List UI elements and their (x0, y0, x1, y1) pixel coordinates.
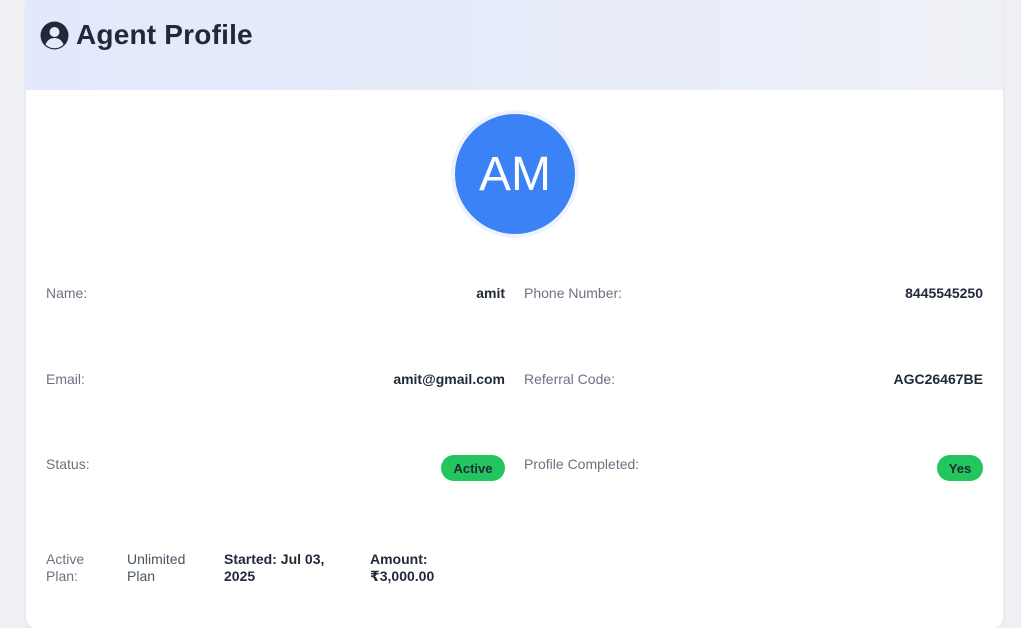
plan-name-line1: Unlimited (127, 551, 186, 567)
status-badge: Active (441, 455, 505, 481)
profile-completed-badge: Yes (937, 455, 983, 481)
title-wrap: Agent Profile (40, 19, 253, 51)
agent-profile-card: Agent Profile AM Name: amit Phone Number… (26, 0, 1003, 628)
page-title: Agent Profile (76, 19, 253, 50)
referral-code-label: Referral Code: (524, 371, 616, 387)
active-plan-label: Active Plan: (46, 551, 84, 585)
plan-started-date: Started: Jul 03, 2025 (224, 551, 324, 585)
email-label: Email: (46, 371, 85, 387)
active-plan-label-line1: Active (46, 551, 85, 567)
plan-name: Unlimited Plan (127, 551, 185, 585)
profile-completed-label: Profile Completed: (524, 456, 640, 472)
status-label: Status: (46, 456, 90, 472)
avatar-ring: AM (451, 110, 579, 238)
phone-value: 8445545250 (905, 285, 983, 301)
avatar: AM (455, 114, 575, 234)
plan-started-line2: 2025 (224, 568, 256, 584)
plan-started-line1: Started: Jul 03, (224, 551, 325, 567)
plan-amount-line2: ₹3,000.00 (370, 568, 435, 584)
plan-amount-line1: Amount: (370, 551, 428, 567)
phone-label: Phone Number: (524, 285, 623, 301)
user-circle-icon (40, 21, 69, 50)
name-value: amit (476, 285, 505, 301)
plan-amount: Amount: ₹3,000.00 (370, 551, 434, 585)
active-plan-label-line2: Plan: (46, 568, 78, 584)
referral-code-value: AGC26467BE (893, 371, 984, 387)
email-value: amit@gmail.com (393, 371, 505, 387)
card-header: Agent Profile (26, 0, 1003, 90)
plan-name-line2: Plan (127, 568, 156, 584)
name-label: Name: (46, 285, 88, 301)
